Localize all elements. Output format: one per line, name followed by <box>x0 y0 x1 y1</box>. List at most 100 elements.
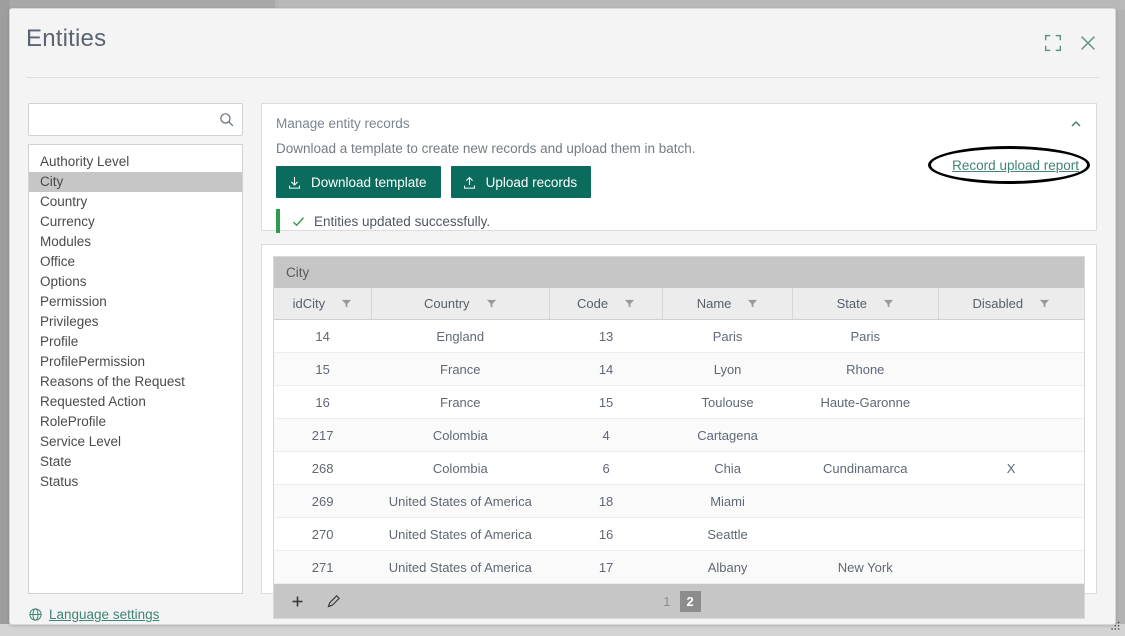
language-settings-link[interactable]: Language settings <box>28 607 243 622</box>
column-label-idcity: idCity <box>292 296 326 311</box>
entity-list-item-status[interactable]: Status <box>29 472 242 492</box>
entity-list-item-service-level[interactable]: Service Level <box>29 432 242 452</box>
entity-list-item-authority-level[interactable]: Authority Level <box>29 152 242 172</box>
cell-country: France <box>371 352 550 386</box>
cell-state: Cundinamarca <box>792 451 939 485</box>
table-row[interactable]: 16 France 15 Toulouse Haute-Garonne <box>274 385 1084 419</box>
table-row[interactable]: 271 United States of America 17 Albany N… <box>274 550 1084 584</box>
language-settings-label: Language settings <box>49 607 160 622</box>
entities-dialog: Entities Authority Level City Country Cu… <box>9 8 1116 625</box>
entity-list-item-permission[interactable]: Permission <box>29 292 242 312</box>
chevron-up-icon[interactable] <box>1068 116 1084 132</box>
cell-code: 15 <box>549 385 663 419</box>
filter-icon[interactable] <box>624 298 635 309</box>
cell-idcity: 271 <box>274 550 372 584</box>
status-banner: Entities updated successfully. <box>276 209 1082 233</box>
column-header-country[interactable]: Country <box>371 288 550 320</box>
filter-icon[interactable] <box>747 298 758 309</box>
record-upload-report-link[interactable]: Record upload report <box>952 158 1079 173</box>
search-icon[interactable] <box>218 111 235 128</box>
column-header-state[interactable]: State <box>792 288 939 320</box>
entity-list[interactable]: Authority Level City Country Currency Mo… <box>28 144 243 594</box>
cell-state: Haute-Garonne <box>792 385 939 419</box>
grid-caption: City <box>274 257 1084 288</box>
cell-name: Chia <box>662 451 793 485</box>
main-content: Manage entity records Download a templat… <box>261 103 1097 619</box>
column-header-idcity[interactable]: idCity <box>274 288 372 320</box>
cell-state <box>792 484 939 518</box>
panel-subtitle: Download a template to create new record… <box>276 141 696 156</box>
dialog-body: Authority Level City Country Currency Mo… <box>10 81 1115 624</box>
entity-list-item-roleprofile[interactable]: RoleProfile <box>29 412 242 432</box>
page-button-1[interactable]: 1 <box>657 592 676 611</box>
filter-icon[interactable] <box>341 298 352 309</box>
cell-country: Colombia <box>371 418 550 452</box>
column-header-disabled[interactable]: Disabled <box>938 288 1084 320</box>
table-row[interactable]: 15 France 14 Lyon Rhone <box>274 352 1084 386</box>
filter-icon[interactable] <box>1039 298 1050 309</box>
entity-list-item-city[interactable]: City <box>29 172 242 192</box>
cell-code: 13 <box>549 319 663 353</box>
resize-grip-icon[interactable] <box>1108 620 1121 633</box>
cell-idcity: 269 <box>274 484 372 518</box>
cell-code: 4 <box>549 418 663 452</box>
download-icon <box>288 176 301 189</box>
column-header-name[interactable]: Name <box>662 288 793 320</box>
cell-name: Paris <box>662 319 793 353</box>
cell-name: Albany <box>662 550 793 584</box>
table-row[interactable]: 14 England 13 Paris Paris <box>274 319 1084 353</box>
cell-idcity: 14 <box>274 319 372 353</box>
entity-list-item-profilepermission[interactable]: ProfilePermission <box>29 352 242 372</box>
column-header-code[interactable]: Code <box>549 288 664 320</box>
entity-records-card: City idCity Country Code Name State Disa… <box>261 244 1097 619</box>
search-box[interactable] <box>28 103 243 137</box>
filter-icon[interactable] <box>486 298 497 309</box>
cell-name: Cartagena <box>662 418 793 452</box>
column-label-name: Name <box>696 296 732 311</box>
cell-state: Rhone <box>792 352 939 386</box>
cell-disabled <box>938 418 1084 452</box>
search-input[interactable] <box>36 104 215 137</box>
cell-state: New York <box>792 550 939 584</box>
cell-idcity: 16 <box>274 385 372 419</box>
cell-country: United States of America <box>371 517 550 551</box>
filter-icon[interactable] <box>883 298 894 309</box>
column-label-state: State <box>836 296 867 311</box>
cell-name: Seattle <box>662 517 793 551</box>
cell-name: Toulouse <box>662 385 793 419</box>
cell-idcity: 217 <box>274 418 372 452</box>
cell-name: Miami <box>662 484 793 518</box>
cell-idcity: 15 <box>274 352 372 386</box>
entity-list-item-currency[interactable]: Currency <box>29 212 242 232</box>
expand-icon[interactable] <box>1042 32 1064 54</box>
download-template-button[interactable]: Download template <box>276 166 441 198</box>
upload-records-button[interactable]: Upload records <box>450 166 592 198</box>
entity-list-item-profile[interactable]: Profile <box>29 332 242 352</box>
entity-list-item-state[interactable]: State <box>29 452 242 472</box>
table-row[interactable]: 217 Colombia 4 Cartagena <box>274 418 1084 452</box>
entity-list-item-options[interactable]: Options <box>29 272 242 292</box>
entity-list-item-office[interactable]: Office <box>29 252 242 272</box>
entity-list-item-requested-action[interactable]: Requested Action <box>29 392 242 412</box>
cell-code: 16 <box>549 517 663 551</box>
page-button-2[interactable]: 2 <box>679 590 701 612</box>
table-row[interactable]: 268 Colombia 6 Chia Cundinamarca X <box>274 451 1084 485</box>
cell-code: 14 <box>549 352 663 386</box>
table-row[interactable]: 269 United States of America 18 Miami <box>274 484 1084 518</box>
cell-disabled: X <box>938 451 1084 485</box>
entity-list-item-country[interactable]: Country <box>29 192 242 212</box>
entity-list-item-modules[interactable]: Modules <box>29 232 242 252</box>
dialog-header: Entities <box>10 9 1115 78</box>
column-label-code: Code <box>577 296 609 311</box>
screen: Entities Authority Level City Country Cu… <box>0 0 1125 636</box>
download-template-label: Download template <box>311 174 427 190</box>
cell-idcity: 268 <box>274 451 372 485</box>
close-icon[interactable] <box>1077 32 1099 54</box>
table-row[interactable]: 270 United States of America 16 Seattle <box>274 517 1084 551</box>
panel-title: Manage entity records <box>276 116 410 131</box>
status-message: Entities updated successfully. <box>314 213 491 229</box>
entity-list-item-privileges[interactable]: Privileges <box>29 312 242 332</box>
entity-list-item-reasons-of-the-request[interactable]: Reasons of the Request <box>29 372 242 392</box>
cell-idcity: 270 <box>274 517 372 551</box>
pagination: 1 2 <box>274 590 1084 612</box>
